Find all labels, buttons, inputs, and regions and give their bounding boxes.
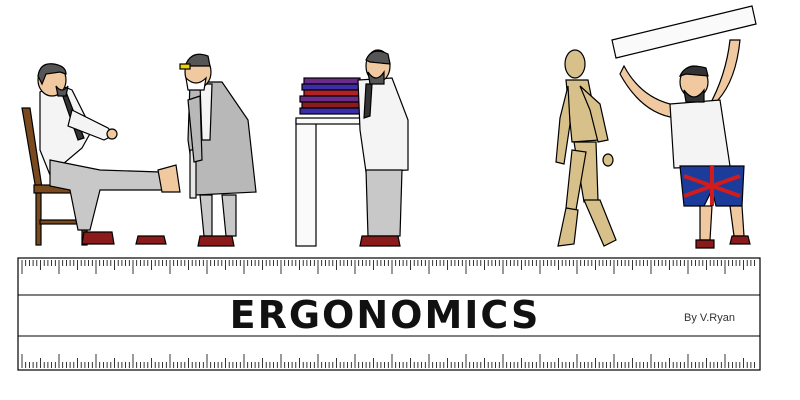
author-credit: By V.Ryan <box>684 312 735 324</box>
page-title: ERGONOMICS <box>229 293 541 337</box>
illustration <box>21 5 757 249</box>
doctor-with-ruler-icon <box>179 53 257 247</box>
ruler-ticks-bottom <box>21 354 755 368</box>
strongman-with-ruler-icon <box>611 5 757 249</box>
ruler-ticks-top <box>21 260 755 274</box>
wooden-mannequin-icon <box>555 49 617 247</box>
man-with-books-icon <box>295 49 409 247</box>
seated-man-icon <box>21 63 181 246</box>
